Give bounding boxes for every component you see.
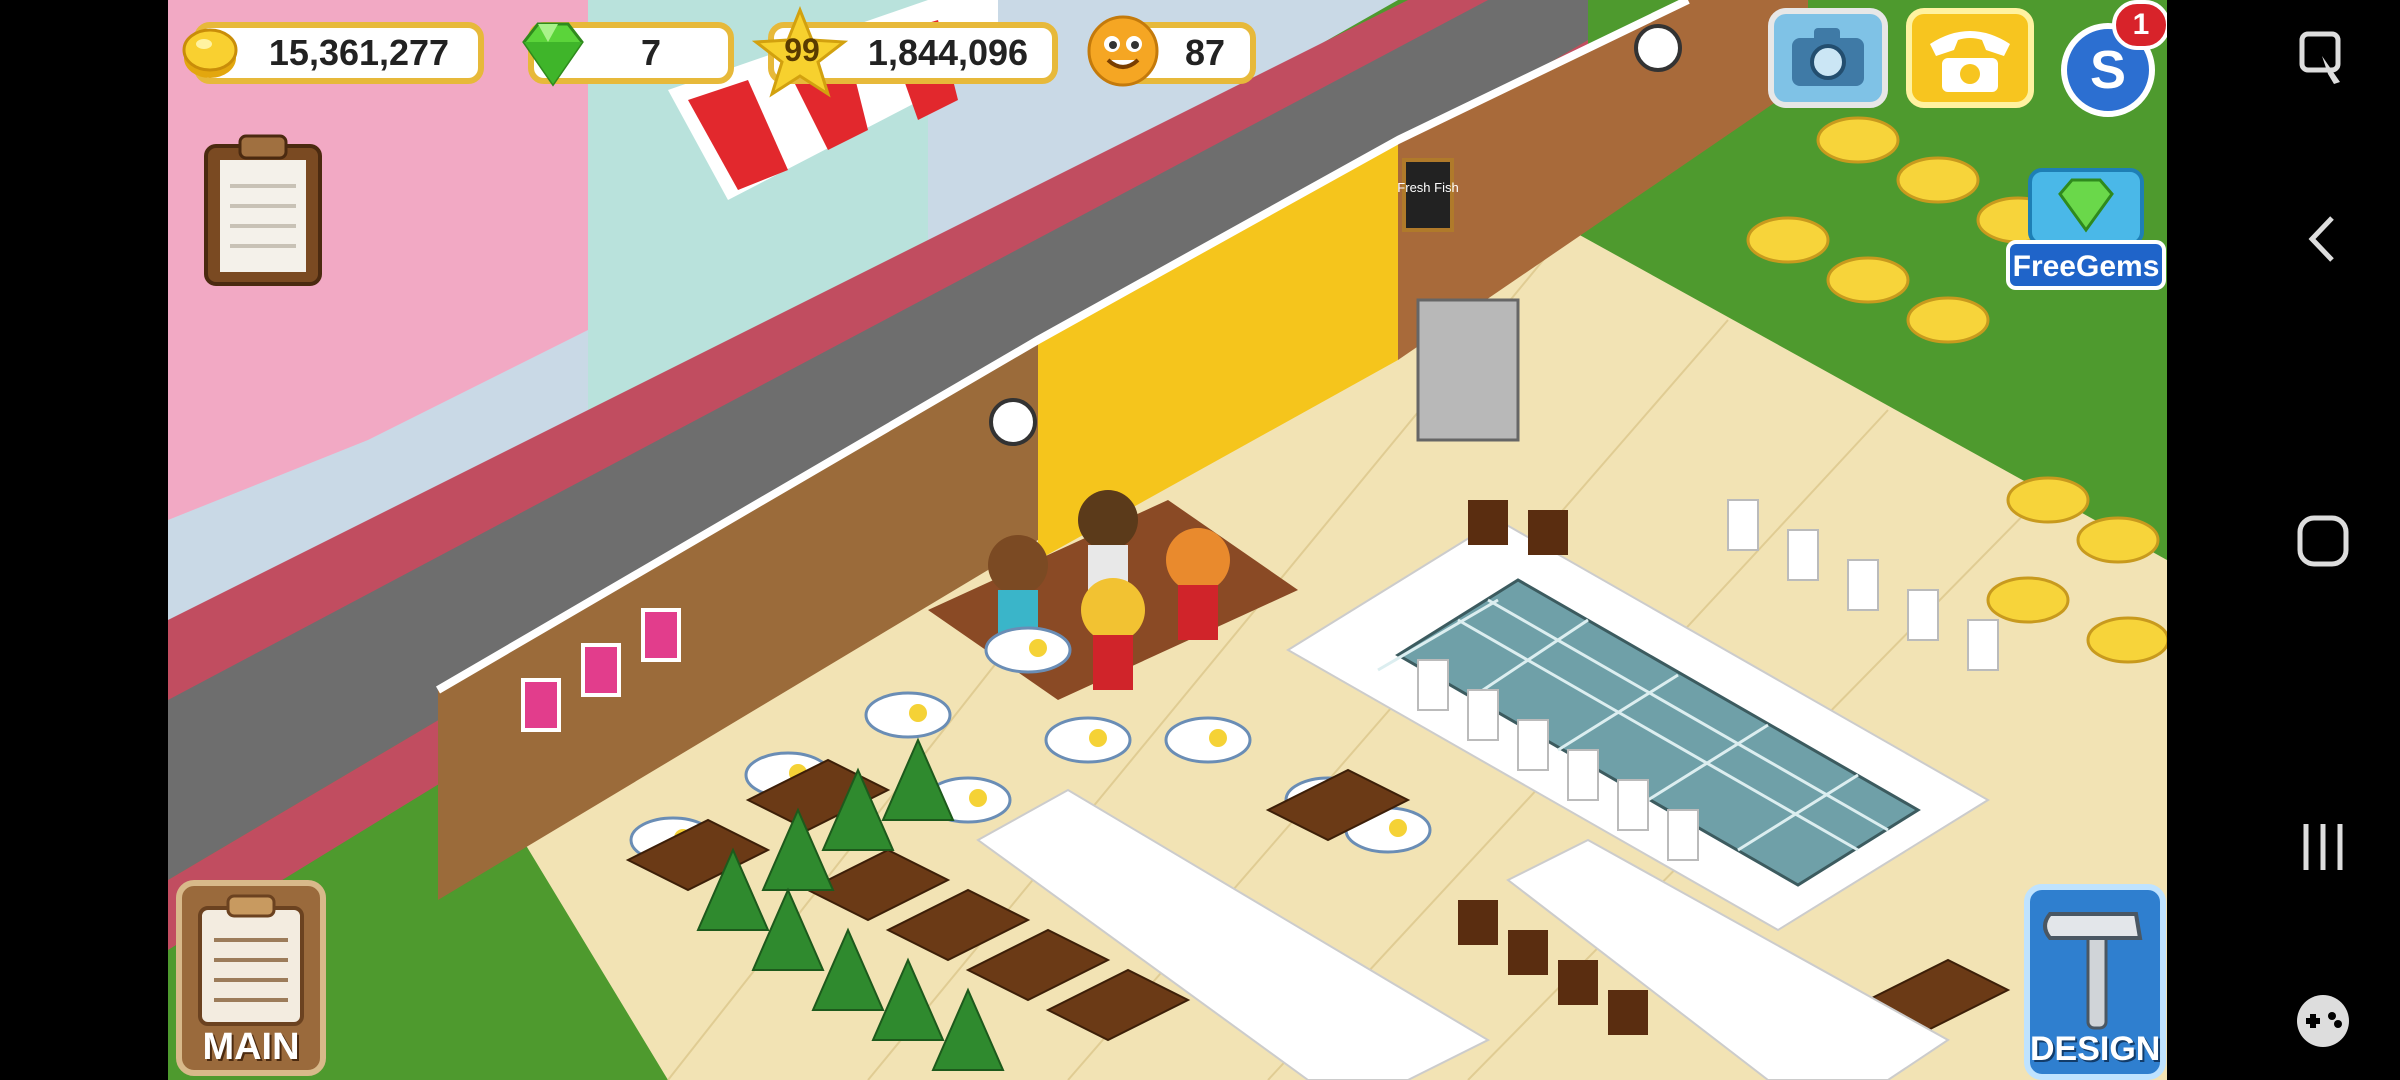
home-icon[interactable] [2288,506,2358,576]
tv-gem-icon [2028,168,2144,246]
restaurant-scene[interactable]: Fresh Fish [168,0,2167,1080]
screenshot-edit-icon[interactable] [2288,24,2358,94]
design-label: DESIGN [2030,1030,2161,1068]
main-button[interactable]: MAIN [176,880,326,1076]
experience-value: 1,844,096 [867,32,1029,73]
game-controller-icon[interactable] [2288,986,2358,1056]
phone-icon [1930,31,2010,92]
coins-value: 15,361,277 [268,32,450,73]
phone-button[interactable] [1906,8,2034,108]
camera-button[interactable] [1768,8,1888,108]
smiles-value: 87 [1184,32,1226,73]
gem-icon [522,22,584,87]
game-viewport[interactable]: Fresh Fish 15,361,277 7 1,844,096 99 87 … [168,0,2167,1080]
free-gems-label: FreeGems [2006,240,2166,290]
main-label: MAIN [202,1026,300,1068]
fresh-fish-sign: Fresh Fish [1397,180,1458,195]
free-gems-button[interactable]: FreeGems [2006,160,2166,290]
system-navigation-bar [2168,0,2400,1080]
hammer-icon [2043,912,2143,1030]
level-value: 99 [784,32,820,68]
notification-badge: 1 [2112,0,2167,50]
clipboard-icon [198,894,304,1026]
design-button[interactable]: DESIGN [2024,884,2166,1080]
camera-icon [1792,28,1864,86]
back-icon[interactable] [2288,204,2358,274]
clipboard-icon[interactable] [198,130,328,290]
smile-face-icon [1087,15,1159,87]
gems-value: 7 [640,32,662,73]
coin-icon [182,28,238,78]
recents-icon[interactable] [2288,812,2358,882]
svg-text:S: S [2090,40,2126,100]
